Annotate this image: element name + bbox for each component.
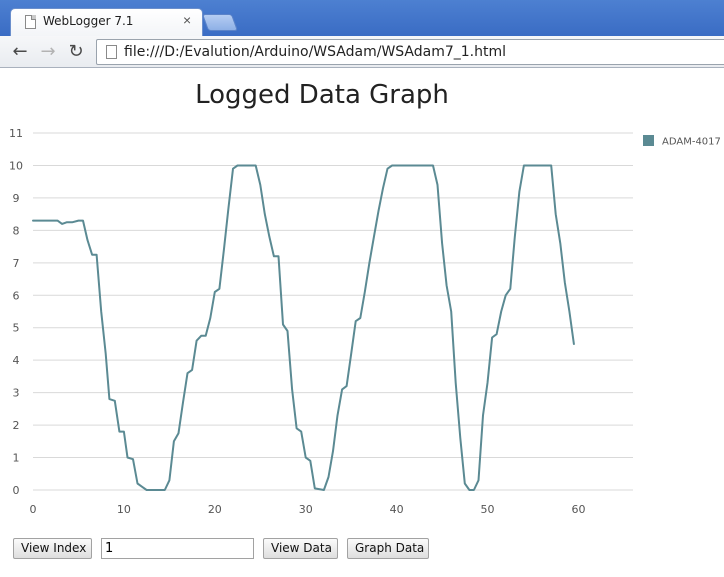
y-tick-label: 4 [13,354,20,367]
back-arrow-icon[interactable]: ← [8,40,32,64]
address-bar[interactable]: file:///D:/Evalution/Arduino/WSAdam/WSAd… [96,39,724,65]
view-data-button[interactable]: View Data [263,538,338,559]
y-tick-label: 6 [13,289,20,302]
x-tick-label: 60 [571,503,585,516]
y-tick-label: 3 [13,387,20,400]
x-tick-label: 50 [481,503,495,516]
reload-icon[interactable]: ↻ [64,40,88,64]
y-tick-label: 2 [13,419,20,432]
browser-titlebar: WebLogger 7.1 × [0,0,724,36]
legend-label: ADAM-4017 [662,137,721,148]
y-tick-label: 7 [13,257,20,270]
x-tick-label: 40 [390,503,404,516]
y-tick-label: 5 [13,322,20,335]
tab-title: WebLogger 7.1 [43,14,134,28]
x-tick-label: 0 [30,503,37,516]
legend-swatch [643,135,654,146]
y-tick-label: 9 [13,192,20,205]
page-icon [25,15,36,29]
x-tick-label: 20 [208,503,222,516]
browser-tab[interactable]: WebLogger 7.1 × [10,8,203,36]
y-tick-label: 1 [13,452,20,465]
y-tick-label: 10 [9,159,23,172]
page-title: Logged Data Graph [195,80,449,110]
line-chart: 0 1 2 3 4 5 6 7 8 9 10 11 0 10 20 30 40 50 60 ADAM-4017 [9,127,721,516]
page-icon [106,45,117,59]
forward-arrow-icon[interactable]: → [36,40,60,64]
new-tab-button[interactable] [201,14,239,31]
x-tick-label: 10 [117,503,131,516]
address-url[interactable]: file:///D:/Evalution/Arduino/WSAdam/WSAd… [124,44,506,60]
graph-data-button[interactable]: Graph Data [347,538,429,559]
index-input[interactable] [101,538,254,559]
view-index-button[interactable]: View Index [13,538,92,559]
y-tick-label: 8 [13,224,20,237]
y-tick-label: 11 [9,127,23,140]
close-tab-icon[interactable]: × [183,12,191,28]
browser-toolbar: ← → ↻ file:///D:/Evalution/Arduino/WSAda… [0,36,724,68]
y-tick-label: 0 [13,484,20,497]
x-tick-label: 30 [299,503,313,516]
